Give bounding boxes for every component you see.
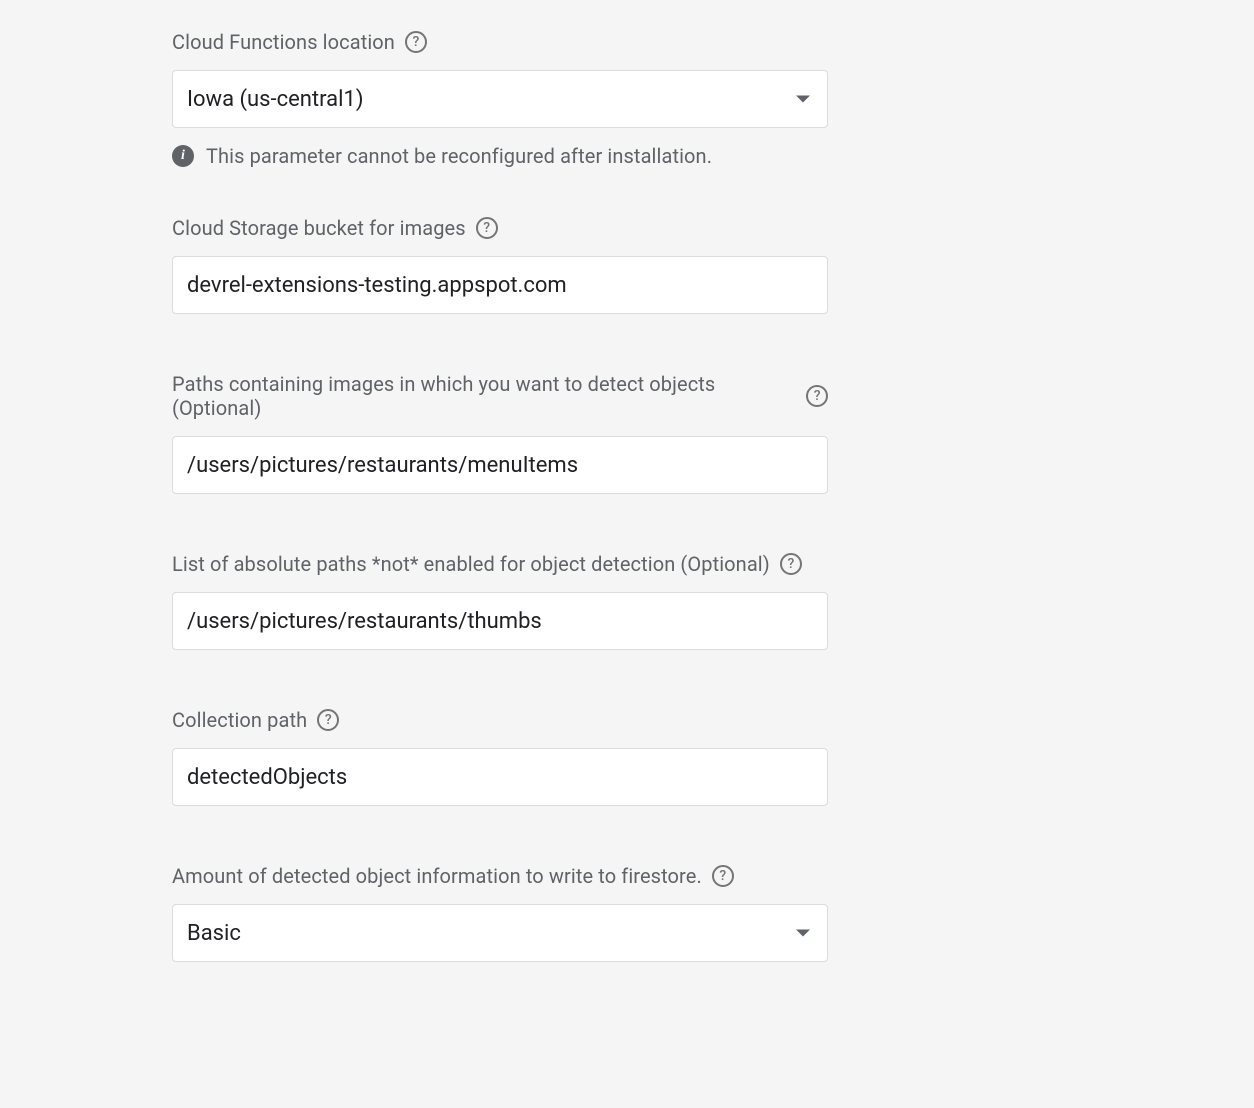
collection-path-label: Collection path	[172, 708, 307, 732]
help-icon[interactable]: ?	[712, 865, 734, 887]
help-icon[interactable]: ?	[806, 385, 828, 407]
label-row: List of absolute paths *not* enabled for…	[172, 552, 828, 576]
bucket-field-group: Cloud Storage bucket for images ?	[172, 216, 828, 314]
label-row: Paths containing images in which you wan…	[172, 372, 828, 420]
detail-level-select-wrapper	[172, 904, 828, 962]
help-icon[interactable]: ?	[405, 31, 427, 53]
include-paths-label: Paths containing images in which you wan…	[172, 372, 796, 420]
help-icon[interactable]: ?	[317, 709, 339, 731]
info-row: i This parameter cannot be reconfigured …	[172, 144, 828, 168]
detail-level-label: Amount of detected object information to…	[172, 864, 702, 888]
detail-level-field-group: Amount of detected object information to…	[172, 864, 828, 962]
label-row: Amount of detected object information to…	[172, 864, 828, 888]
label-row: Collection path ?	[172, 708, 828, 732]
exclude-paths-input[interactable]	[172, 592, 828, 650]
include-paths-field-group: Paths containing images in which you wan…	[172, 372, 828, 494]
configuration-form: Cloud Functions location ? i This parame…	[172, 30, 828, 962]
exclude-paths-label: List of absolute paths *not* enabled for…	[172, 552, 770, 576]
location-select-wrapper	[172, 70, 828, 128]
bucket-input[interactable]	[172, 256, 828, 314]
label-row: Cloud Storage bucket for images ?	[172, 216, 828, 240]
label-row: Cloud Functions location ?	[172, 30, 828, 54]
info-icon: i	[172, 145, 194, 167]
help-icon[interactable]: ?	[780, 553, 802, 575]
location-select[interactable]	[172, 70, 828, 128]
bucket-label: Cloud Storage bucket for images	[172, 216, 466, 240]
location-field-group: Cloud Functions location ? i This parame…	[172, 30, 828, 168]
help-icon[interactable]: ?	[476, 217, 498, 239]
include-paths-input[interactable]	[172, 436, 828, 494]
collection-path-input[interactable]	[172, 748, 828, 806]
detail-level-select[interactable]	[172, 904, 828, 962]
exclude-paths-field-group: List of absolute paths *not* enabled for…	[172, 552, 828, 650]
location-info-text: This parameter cannot be reconfigured af…	[206, 144, 712, 168]
location-label: Cloud Functions location	[172, 30, 395, 54]
collection-path-field-group: Collection path ?	[172, 708, 828, 806]
